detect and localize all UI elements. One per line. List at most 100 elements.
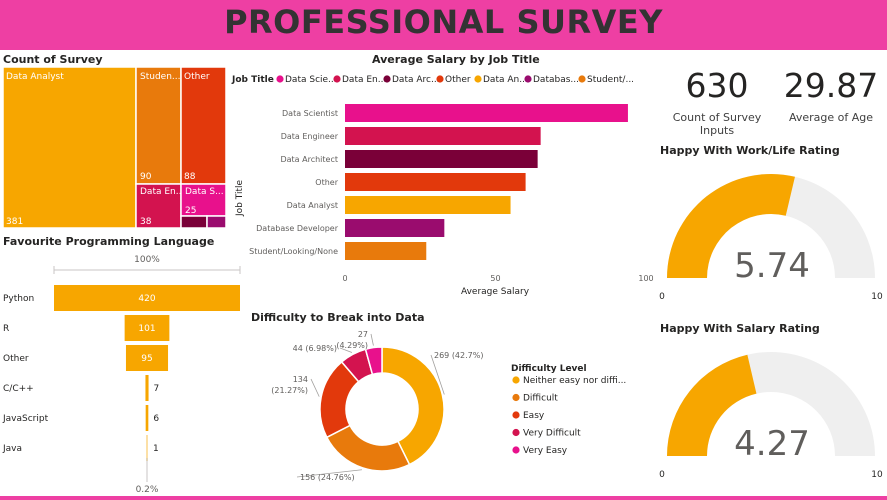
- salary-y-axis-label: Job Title: [235, 180, 245, 217]
- treemap-value: 25: [185, 206, 196, 216]
- treemap-tile-other[interactable]: [180, 66, 227, 185]
- treemap-label: Data Analyst: [6, 72, 64, 82]
- language-category-label: R: [3, 324, 9, 334]
- salary-bar[interactable]: [345, 196, 511, 214]
- salary-bar[interactable]: [345, 219, 445, 237]
- donut-legend-item[interactable]: Very Difficult: [523, 429, 581, 439]
- salary-legend-item[interactable]: Data Arc...: [392, 75, 440, 85]
- language-value-label: 7: [154, 384, 160, 394]
- salary-legend-item[interactable]: Other: [445, 75, 471, 85]
- salary-category-label: Student/Looking/None: [249, 247, 338, 256]
- kpi-survey-count: 630: [685, 66, 749, 105]
- gauge-work-life: 5.74 0 10: [659, 173, 883, 302]
- language-value-label: 6: [153, 414, 159, 424]
- donut-legend-marker: [512, 411, 520, 419]
- salary-bar[interactable]: [345, 150, 538, 168]
- salary-chart-title: Average Salary by Job Title: [372, 53, 540, 66]
- donut-data-label: 44 (6.98%): [293, 344, 337, 353]
- salary-bar[interactable]: [345, 104, 628, 122]
- donut-legend-item[interactable]: Difficult: [523, 394, 558, 404]
- salary-legend-item[interactable]: Databas...: [533, 75, 579, 85]
- donut-legend-item[interactable]: Very Easy: [523, 446, 568, 456]
- salary-x-axis-label: Average Salary: [461, 287, 530, 297]
- kpi-average-age: 29.87: [783, 66, 879, 105]
- treemap-value: 90: [140, 172, 152, 182]
- treemap-chart: Data Analyst 381 Studen... 90 Other 88 D…: [2, 66, 227, 229]
- language-bar[interactable]: [145, 375, 149, 401]
- treemap-label: Other: [184, 72, 210, 82]
- donut-legend-item[interactable]: Easy: [523, 411, 545, 421]
- language-category-label: Java: [2, 444, 22, 454]
- salary-category-label: Data Architect: [280, 155, 338, 164]
- salary-bar-chart: Job Title Data Scie... Data En... Data Arc…: [231, 75, 654, 297]
- donut-legend-marker: [512, 376, 520, 384]
- salary-bar[interactable]: [345, 127, 541, 145]
- gauge-max-label: 10: [871, 470, 883, 480]
- salary-legend-item[interactable]: Data En...: [342, 75, 386, 85]
- footer-bar: [0, 496, 887, 500]
- treemap-value: 38: [140, 217, 152, 227]
- salary-legend-marker: [276, 75, 284, 83]
- language-value-label: 101: [138, 324, 155, 334]
- donut-data-label: 269 (42.7%): [434, 351, 483, 360]
- treemap-label: Data En...: [140, 187, 184, 197]
- language-category-label: Other: [3, 354, 29, 364]
- treemap-tile-data-analyst[interactable]: [2, 66, 137, 229]
- gauge-salary: 4.27 0 10: [659, 352, 883, 480]
- language-value-label: 1: [153, 444, 159, 454]
- salary-legend-item[interactable]: Student/...: [587, 75, 634, 85]
- gauge-max-label: 10: [871, 292, 883, 302]
- salary-category-label: Database Developer: [256, 224, 339, 233]
- treemap-label: Studen...: [140, 72, 180, 82]
- donut-data-label: 134 (21.27%): [271, 375, 308, 395]
- treemap-title: Count of Survey: [3, 53, 103, 66]
- language-funnel-chart: 100% Python 420 R 101 Other 95 C/C++ 7 JavaScrip…: [2, 255, 241, 495]
- salary-x-tick: 50: [490, 274, 500, 283]
- salary-bar[interactable]: [345, 173, 526, 191]
- difficulty-donut-chart: 269 (42.7%) 156 (24.76%) 134 (21.27%) 44 (6.…: [271, 330, 626, 482]
- gauge-min-label: 0: [659, 470, 665, 480]
- salary-legend-marker: [524, 75, 532, 83]
- salary-category-label: Data Engineer: [281, 132, 339, 141]
- donut-leader-line: [370, 333, 374, 346]
- donut-legend-marker: [512, 393, 520, 402]
- donut-data-label: 156 (24.76%): [300, 473, 355, 482]
- language-bar[interactable]: [146, 435, 148, 461]
- salary-bar[interactable]: [345, 242, 427, 260]
- language-value-label: 95: [141, 354, 152, 364]
- salary-category-label: Data Analyst: [287, 201, 338, 210]
- treemap-value: 381: [6, 217, 23, 227]
- gauge-value: 5.74: [734, 246, 810, 286]
- donut-leader-line: [310, 378, 320, 397]
- treemap-value: 88: [184, 172, 196, 182]
- salary-legend-marker: [436, 75, 444, 83]
- kpi-average-age-label: Average of Age: [788, 111, 874, 124]
- language-category-label: Python: [3, 294, 34, 304]
- treemap-tile-database-developer[interactable]: [206, 215, 227, 229]
- treemap-tile-student[interactable]: [135, 66, 182, 185]
- donut-legend-marker: [512, 428, 520, 437]
- kpi-survey-count-label: Count of Survey Inputs: [672, 111, 762, 137]
- salary-legend-item[interactable]: Data An...: [483, 75, 528, 85]
- salary-legend-marker: [383, 75, 391, 83]
- salary-category-label: Data Scientist: [282, 109, 338, 118]
- salary-category-label: Other: [315, 178, 338, 187]
- salary-legend-item[interactable]: Data Scie...: [285, 75, 337, 85]
- donut-legend-marker: [512, 446, 520, 454]
- donut-data-label: 27 (4.29%): [336, 330, 368, 350]
- treemap-tile-data-architect[interactable]: [180, 215, 208, 229]
- gauge-value: 4.27: [734, 424, 810, 464]
- difficulty-legend-title: Difficulty Level: [511, 364, 587, 374]
- treemap-label: Data S...: [185, 187, 224, 197]
- difficulty-chart-title: Difficulty to Break into Data: [251, 311, 425, 324]
- funnel-top-label: 100%: [134, 255, 160, 265]
- salary-x-tick: 0: [342, 274, 347, 283]
- donut-slice[interactable]: [325, 424, 411, 472]
- salary-legend-marker: [474, 75, 482, 83]
- language-bar[interactable]: [145, 405, 149, 431]
- salary-legend-marker: [578, 75, 586, 83]
- donut-legend-item[interactable]: Neither easy nor diffi...: [523, 376, 626, 386]
- page-title: PROFESSIONAL SURVEY: [224, 3, 663, 41]
- gauge-salary-title: Happy With Salary Rating: [660, 322, 820, 335]
- salary-legend-marker: [333, 75, 341, 83]
